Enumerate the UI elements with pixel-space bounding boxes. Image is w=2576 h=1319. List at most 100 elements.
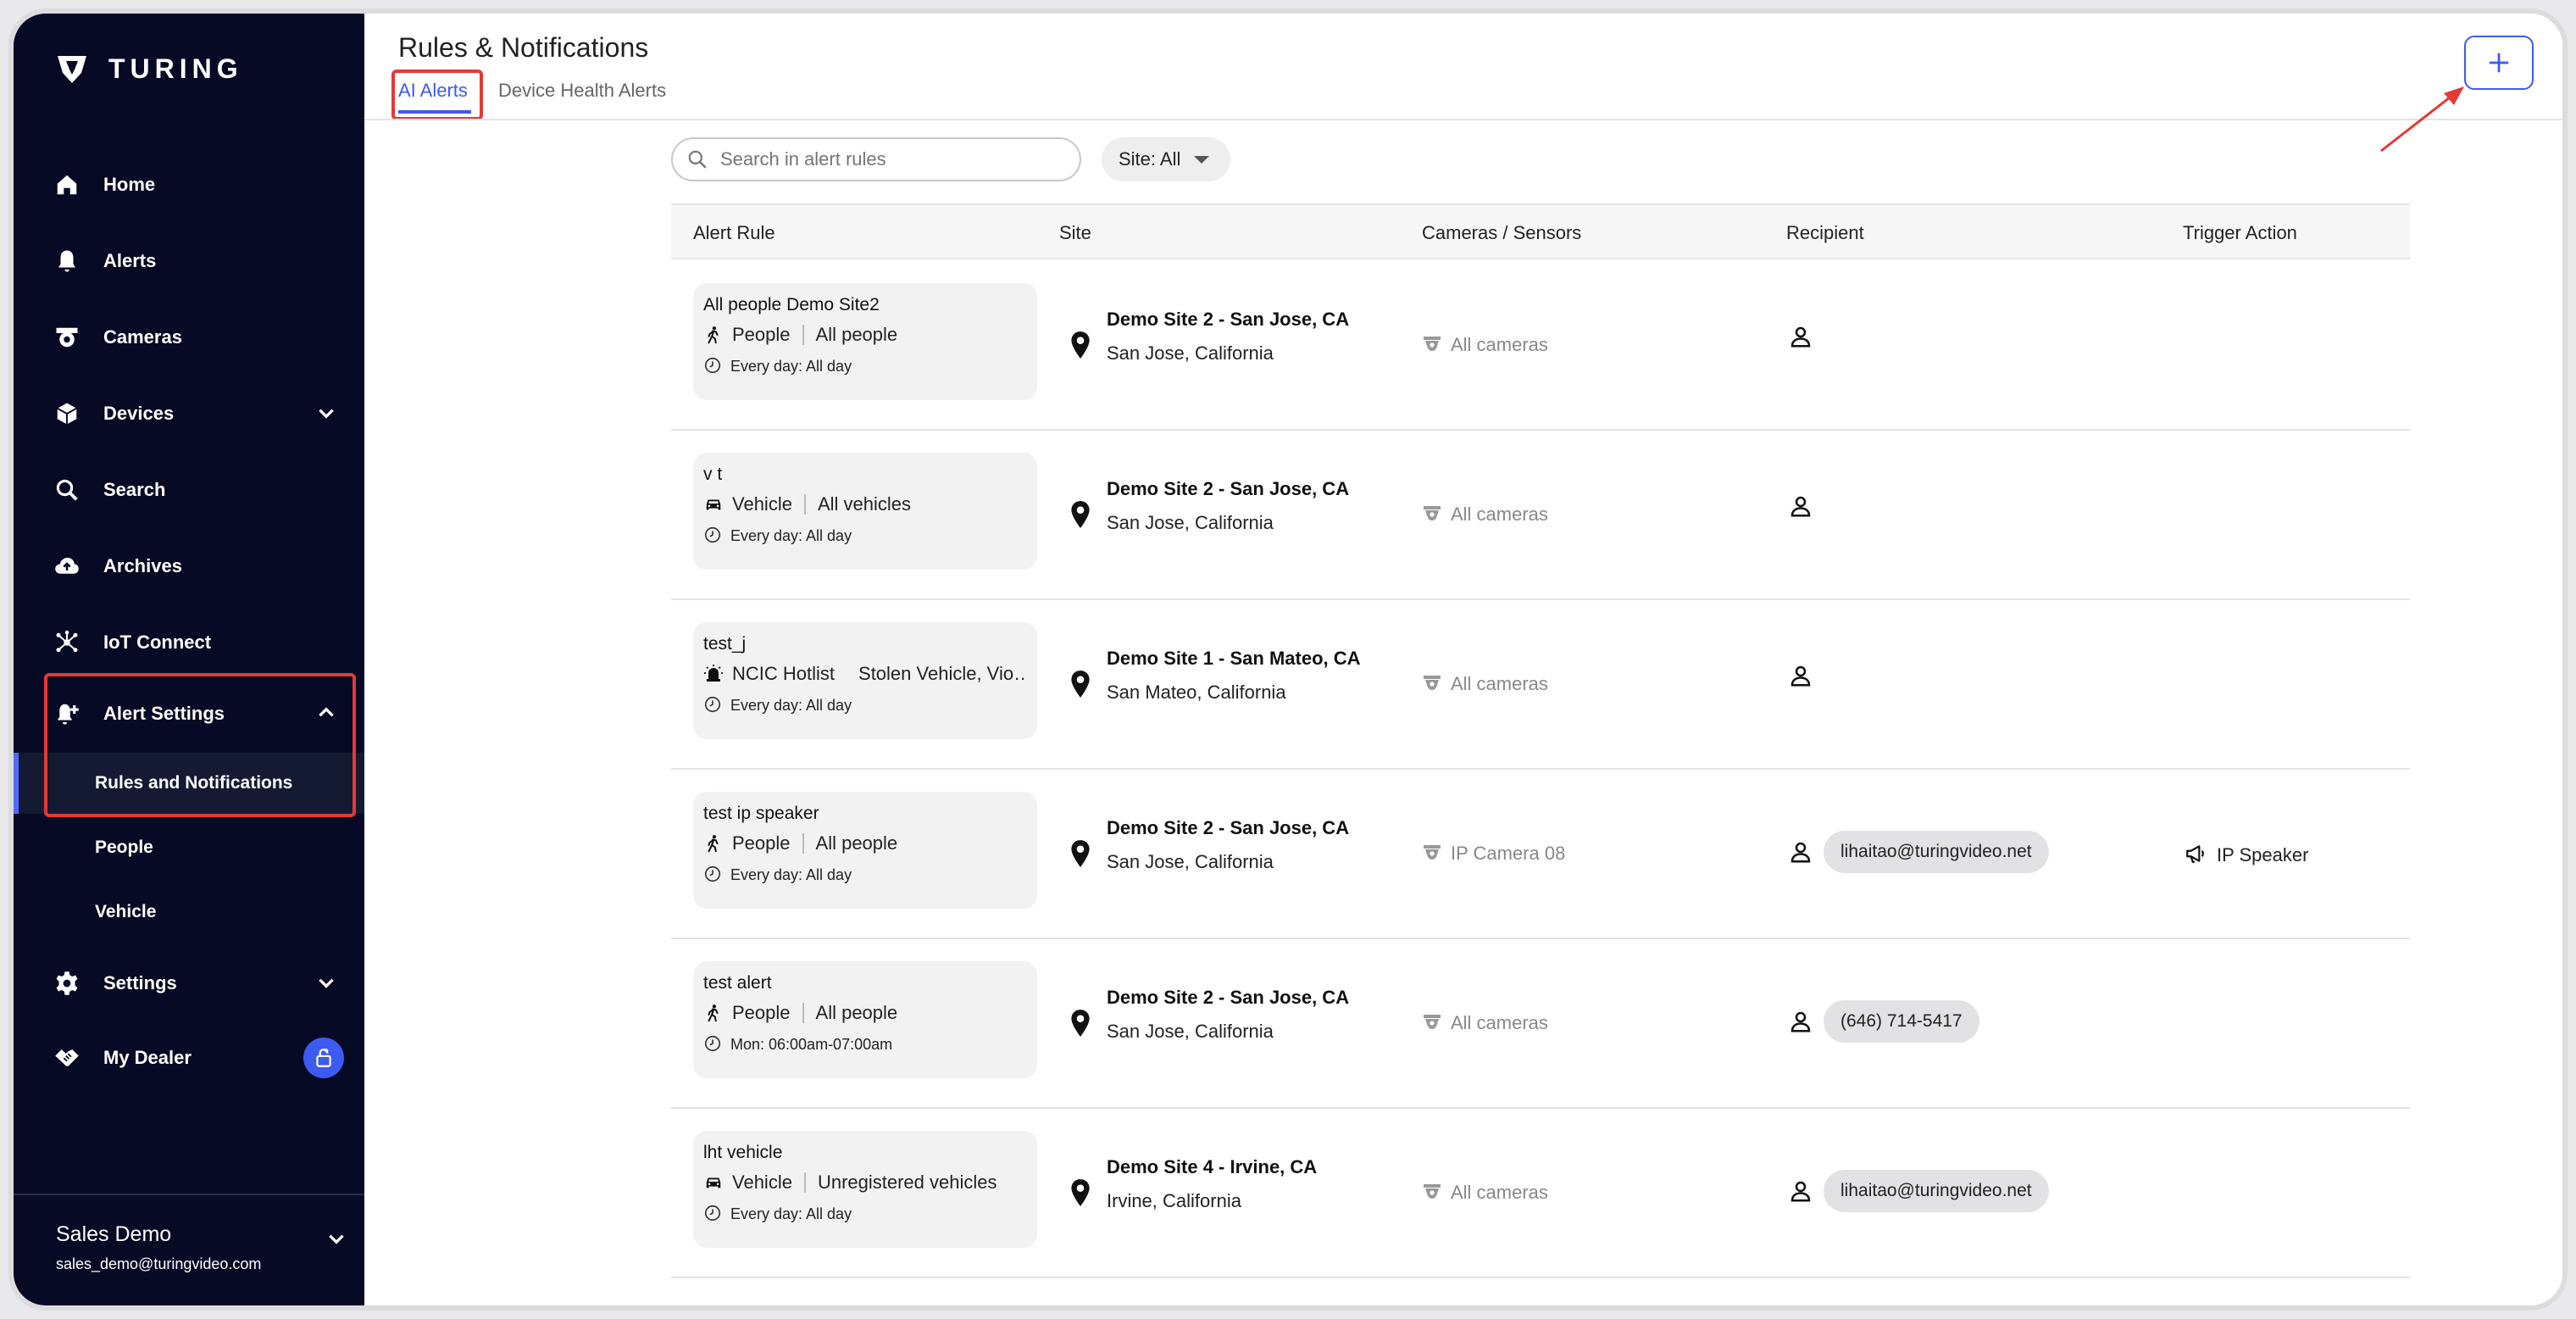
map-pin-icon — [1069, 1178, 1091, 1207]
detection-target: Unregistered vehicles — [817, 1172, 997, 1193]
alert-rule-card[interactable]: test_j NCIC Hotlist Stolen Vehicle, Vio… Ev… — [693, 622, 1037, 739]
search-input[interactable] — [720, 148, 1059, 170]
detection-type: Vehicle — [732, 493, 792, 515]
alert-rule-card[interactable]: test ip speaker People All people Every day… — [693, 792, 1037, 909]
sidebar: TURING Home Alerts Cameras Devices Searc… — [14, 14, 364, 1305]
recipient-cell: lihaitao@turingvideo.net — [1786, 831, 2049, 873]
add-rule-button[interactable] — [2464, 36, 2534, 90]
recipient-chip[interactable]: lihaitao@turingvideo.net — [1824, 831, 2049, 873]
account-switcher[interactable]: Sales Demo sales_demo@turingvideo.com — [14, 1194, 364, 1305]
map-pin-icon — [1069, 839, 1091, 868]
camera-icon — [1422, 673, 1444, 695]
cameras-label: All cameras — [1451, 673, 1548, 694]
home-icon — [53, 170, 81, 199]
alert-rule-name: All people Demo Site2 — [703, 295, 880, 314]
sidebar-item-vehicle[interactable]: Vehicle — [14, 882, 364, 943]
sidebar-item-label: Vehicle — [95, 902, 157, 921]
cameras-label: All cameras — [1451, 1012, 1548, 1033]
person-walking-icon — [703, 833, 724, 854]
schedule-text: Every day: All day — [730, 526, 852, 544]
cameras-cell: All cameras — [1422, 334, 1548, 356]
recipient-cell — [1786, 492, 1824, 520]
alert-rule-detection: NCIC Hotlist Stolen Vehicle, Vio… — [703, 663, 1027, 685]
sidebar-item-devices[interactable]: Devices — [14, 383, 364, 444]
cameras-cell: All cameras — [1422, 673, 1548, 695]
chevron-down-icon — [319, 409, 334, 419]
sidebar-item-label: Search — [103, 479, 166, 500]
sidebar-item-settings[interactable]: Settings — [14, 953, 364, 1014]
detection-target: Stolen Vehicle, Vio… — [858, 663, 1027, 684]
map-pin-icon — [1069, 500, 1091, 529]
sidebar-item-label: Alerts — [103, 250, 157, 271]
sidebar-item-iot-connect[interactable]: IoT Connect — [14, 612, 364, 673]
main-content: Rules & Notifications AI Alerts Device H… — [364, 14, 2562, 1305]
clock-icon — [703, 526, 724, 546]
camera-icon — [1422, 504, 1444, 526]
alert-rule-name: test alert — [703, 973, 772, 993]
table-row[interactable]: All people Demo Site2 People All people Eve… — [671, 261, 2410, 431]
table-row[interactable]: test_j NCIC Hotlist Stolen Vehicle, Vio… Ev… — [671, 600, 2410, 770]
cameras-cell: All cameras — [1422, 504, 1548, 526]
alert-rule-name: v t — [703, 465, 723, 484]
map-pin-icon — [1069, 670, 1091, 698]
site-name: Demo Site 2 - San Jose, CA — [1107, 309, 1350, 330]
brand-name: TURING — [108, 53, 243, 84]
alert-rule-schedule: Every day: All day — [703, 1204, 1027, 1224]
alert-rule-card[interactable]: lht vehicle Vehicle Unregistered vehicles E… — [693, 1131, 1037, 1248]
user-icon — [1786, 492, 1815, 520]
detection-target: All people — [815, 1002, 898, 1023]
search-icon — [688, 150, 707, 169]
table-row[interactable]: lht vehicle Vehicle Unregistered vehicles E… — [671, 1109, 2410, 1278]
site-name: Demo Site 2 - San Jose, CA — [1107, 478, 1350, 499]
cameras-cell: All cameras — [1422, 1182, 1548, 1204]
user-icon — [1786, 661, 1815, 690]
dealer-badge-icon[interactable] — [303, 1038, 344, 1078]
alert-rule-detection: People All people — [703, 324, 1027, 346]
alert-rule-card[interactable]: test alert People All people Mon: 06:00am-0… — [693, 961, 1037, 1078]
sidebar-item-home[interactable]: Home — [14, 154, 364, 215]
table-row[interactable]: test ip speaker People All people Every day… — [671, 770, 2410, 939]
tab-device-health-alerts[interactable]: Device Health Alerts — [498, 80, 666, 102]
sidebar-item-archives[interactable]: Archives — [14, 536, 364, 597]
sidebar-item-people[interactable]: People — [14, 817, 364, 878]
map-pin-icon — [1069, 1009, 1091, 1038]
cloud-upload-icon — [53, 552, 81, 581]
detection-type: Vehicle — [732, 1172, 792, 1193]
detection-type: People — [732, 324, 791, 345]
site-filter-dropdown[interactable]: Site: All — [1102, 137, 1230, 181]
recipient-chip[interactable]: (646) 714-5417 — [1824, 1000, 1979, 1043]
megaphone-icon — [2185, 843, 2210, 868]
search-box[interactable] — [671, 137, 1081, 181]
sidebar-item-search[interactable]: Search — [14, 459, 364, 520]
column-header-site: Site — [1059, 222, 1091, 243]
recipient-chip[interactable]: lihaitao@turingvideo.net — [1824, 1170, 2049, 1212]
table-header: Alert Rule Site Cameras / Sensors Recipi… — [671, 203, 2410, 259]
sidebar-item-cameras[interactable]: Cameras — [14, 307, 364, 368]
person-walking-icon — [703, 1003, 724, 1023]
sidebar-item-label: Archives — [103, 555, 182, 576]
cameras-label: All cameras — [1451, 1182, 1548, 1203]
alert-rule-name: lht vehicle — [703, 1143, 783, 1162]
recipient-cell — [1786, 322, 1824, 351]
cameras-label: IP Camera 08 — [1451, 843, 1566, 864]
iot-hub-icon — [53, 628, 81, 657]
handshake-icon — [53, 1044, 81, 1072]
caret-down-icon — [1194, 155, 1210, 164]
detection-target: All people — [815, 324, 898, 345]
sidebar-item-label: Settings — [103, 972, 177, 993]
sidebar-item-alerts[interactable]: Alerts — [14, 231, 364, 292]
clock-icon — [703, 356, 724, 376]
map-pin-icon — [1069, 331, 1091, 359]
highlight-box-alert-settings — [44, 673, 356, 817]
alert-rule-card[interactable]: v t Vehicle All vehicles Every day: All day — [693, 453, 1037, 570]
alert-rule-schedule: Every day: All day — [703, 526, 1027, 546]
table-row[interactable]: v t Vehicle All vehicles Every day: All day… — [671, 431, 2410, 600]
page-title: Rules & Notifications — [398, 32, 649, 63]
turing-logo-icon — [58, 56, 86, 83]
alert-rule-card[interactable]: All people Demo Site2 People All people Eve… — [693, 283, 1037, 400]
detection-target: All people — [815, 832, 898, 854]
table-row[interactable]: test alert People All people Mon: 06:00am-0… — [671, 939, 2410, 1109]
trigger-action-label: IP Speaker — [2217, 844, 2309, 865]
brand-logo[interactable]: TURING — [54, 51, 243, 86]
sidebar-item-my-dealer[interactable]: My Dealer — [14, 1027, 364, 1088]
